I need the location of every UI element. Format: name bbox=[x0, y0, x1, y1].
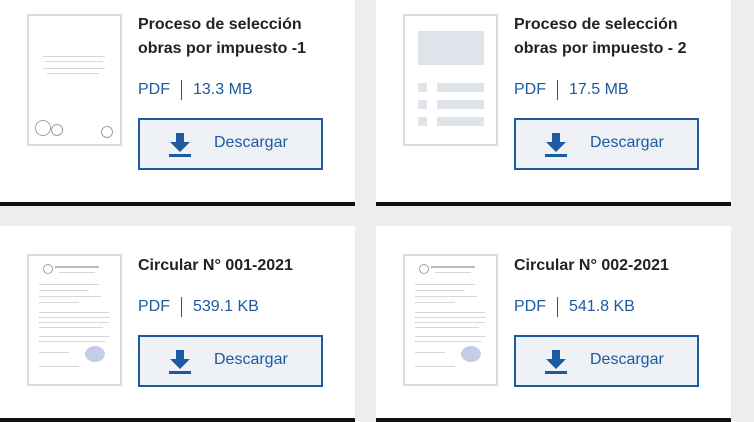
download-button-label: Descargar bbox=[214, 134, 288, 151]
download-button[interactable]: Descargar bbox=[514, 118, 699, 170]
download-icon bbox=[545, 350, 567, 374]
document-title: Proceso de selección obras por impuesto … bbox=[514, 16, 687, 57]
document-thumbnail[interactable] bbox=[27, 254, 122, 386]
divider bbox=[181, 297, 182, 317]
divider bbox=[557, 80, 558, 100]
file-type: PDF bbox=[514, 298, 546, 315]
file-type: PDF bbox=[138, 298, 170, 315]
download-button-label: Descargar bbox=[590, 134, 664, 151]
file-info: PDF 541.8 KB bbox=[514, 296, 635, 318]
download-button[interactable]: Descargar bbox=[514, 335, 699, 387]
file-type: PDF bbox=[138, 81, 170, 98]
document-card: Circular N° 001-2021 PDF 539.1 KB Descar… bbox=[0, 226, 355, 422]
card-bottom-bar bbox=[376, 202, 731, 206]
file-size: 539.1 KB bbox=[193, 298, 259, 315]
divider bbox=[181, 80, 182, 100]
file-info: PDF 539.1 KB bbox=[138, 296, 259, 318]
document-thumbnail[interactable] bbox=[403, 254, 498, 386]
divider bbox=[557, 297, 558, 317]
document-card: Proceso de selección obras por impuesto … bbox=[376, 0, 731, 206]
file-info: PDF 17.5 MB bbox=[514, 79, 629, 101]
card-bottom-bar bbox=[376, 418, 731, 422]
card-bottom-bar bbox=[0, 202, 355, 206]
download-button[interactable]: Descargar bbox=[138, 335, 323, 387]
document-icon bbox=[418, 31, 484, 126]
file-info: PDF 13.3 MB bbox=[138, 79, 253, 101]
document-title: Circular N° 001-2021 bbox=[138, 257, 293, 274]
download-button-label: Descargar bbox=[590, 351, 664, 368]
card-bottom-bar bbox=[0, 418, 355, 422]
download-icon bbox=[169, 133, 191, 157]
file-type: PDF bbox=[514, 81, 546, 98]
document-card: Circular N° 002-2021 PDF 541.8 KB Descar… bbox=[376, 226, 731, 422]
document-card: Proceso de selección obras por impuesto … bbox=[0, 0, 355, 206]
download-icon bbox=[545, 133, 567, 157]
file-size: 17.5 MB bbox=[569, 81, 629, 98]
download-button-label: Descargar bbox=[214, 351, 288, 368]
document-title: Circular N° 002-2021 bbox=[514, 257, 669, 274]
document-title: Proceso de selección obras por impuesto … bbox=[138, 16, 307, 57]
document-thumbnail[interactable] bbox=[403, 14, 498, 146]
file-size: 541.8 KB bbox=[569, 298, 635, 315]
download-icon bbox=[169, 350, 191, 374]
document-thumbnail[interactable] bbox=[27, 14, 122, 146]
download-button[interactable]: Descargar bbox=[138, 118, 323, 170]
file-size: 13.3 MB bbox=[193, 81, 253, 98]
